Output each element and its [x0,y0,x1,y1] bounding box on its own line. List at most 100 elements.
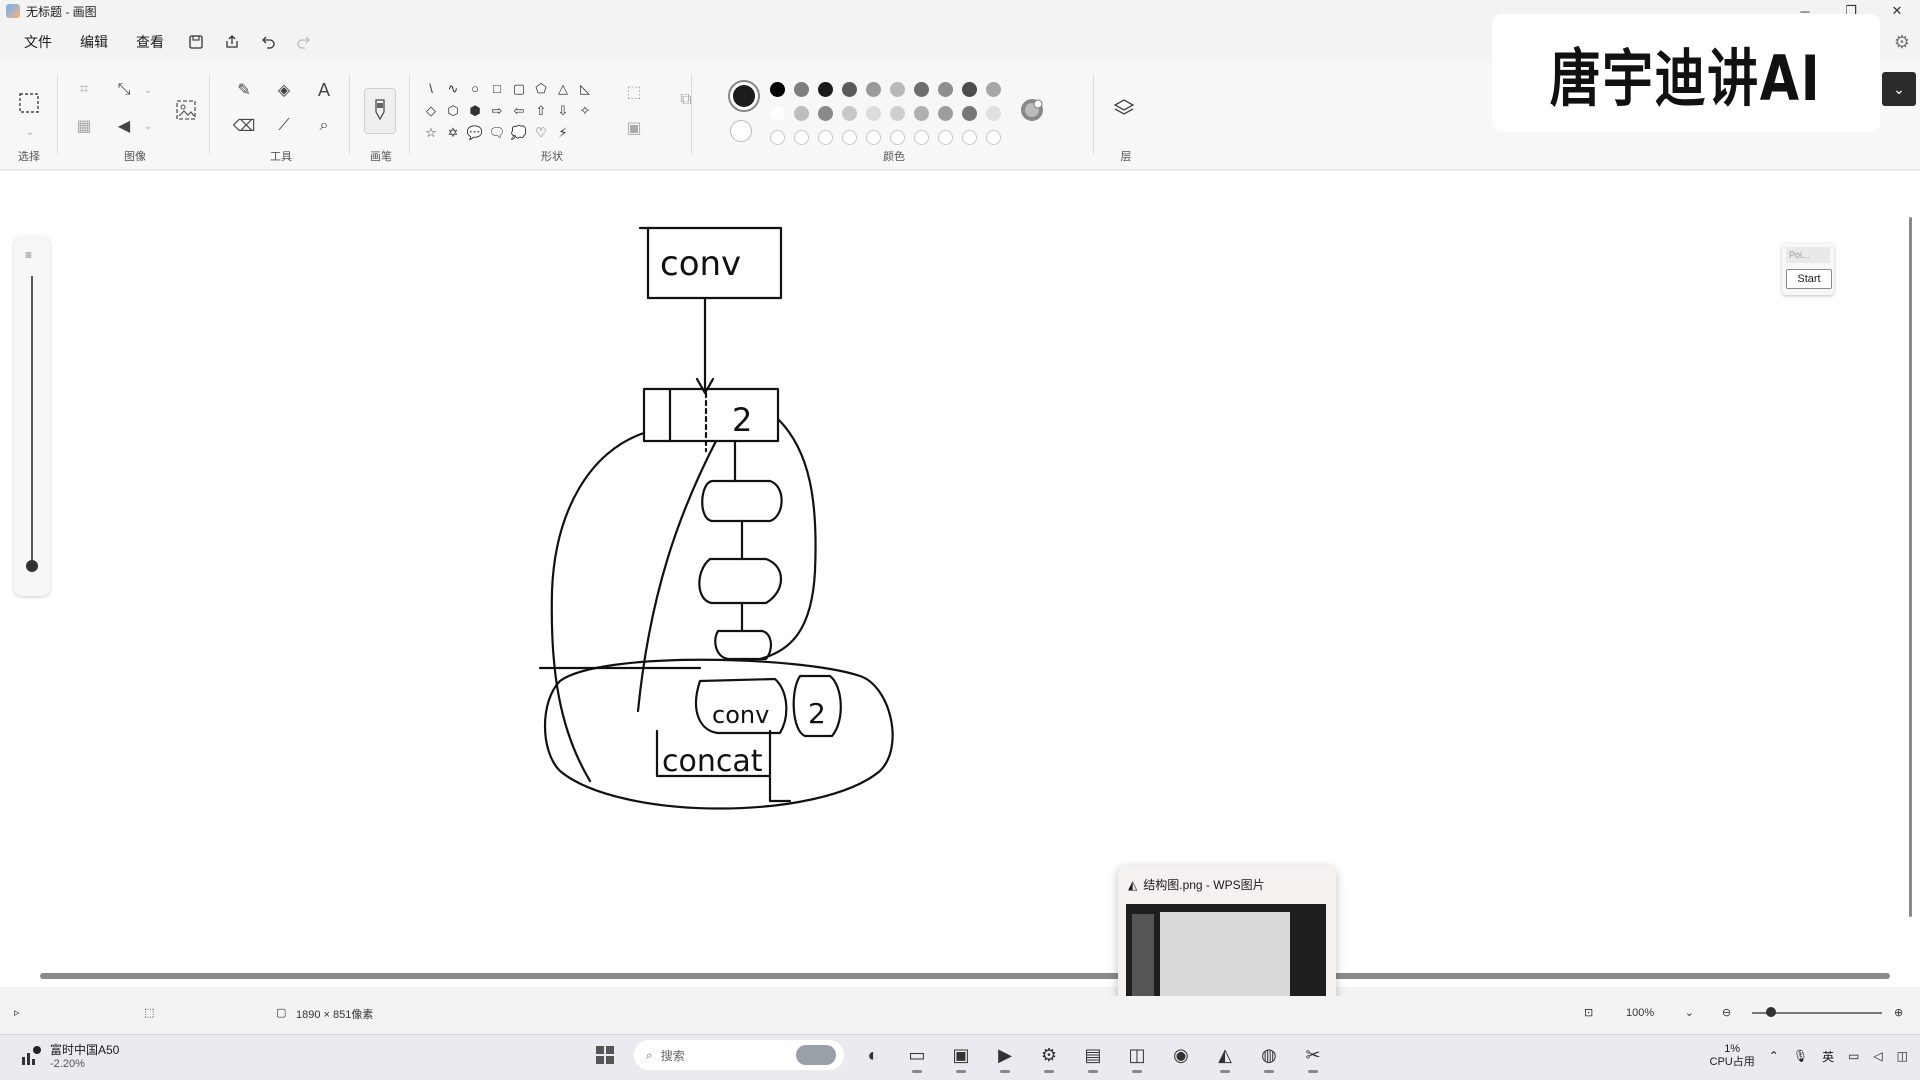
share-icon[interactable] [214,28,250,56]
size-slider-knob[interactable] [26,560,38,572]
shape-option[interactable]: 💬 [464,124,486,142]
close-button[interactable]: ✕ [1874,0,1920,22]
zoom-slider-knob[interactable] [1766,1007,1776,1017]
shape-option[interactable]: ⇩ [552,102,574,120]
shape-option[interactable]: 💭 [508,124,530,142]
microphone-icon[interactable]: 🎙 [1793,1049,1808,1063]
horizontal-scrollbar[interactable] [40,973,1890,979]
shape-option[interactable]: ◇ [420,102,442,120]
color-swatch[interactable] [962,82,977,97]
color-swatch[interactable] [914,106,929,121]
rotate-icon[interactable]: ◀ [112,114,136,138]
settings-gear-icon[interactable]: ⚙ [1894,32,1910,53]
fit-to-window-icon[interactable]: ⊡ [1584,1006,1593,1019]
chevron-down-icon[interactable]: ⌄ [136,78,160,102]
shape-option[interactable]: ⚡ [552,124,574,142]
shape-option[interactable]: ○ [464,80,486,98]
edit-colors-icon[interactable] [1018,96,1046,124]
terminal-icon[interactable]: ▶ [990,1040,1020,1073]
undo-icon[interactable] [250,28,286,56]
vertical-scroll-thumb[interactable] [1909,217,1912,917]
volume-icon[interactable]: ◁ [1873,1049,1882,1063]
wps-image-taskbar-icon[interactable]: ◭ [1210,1040,1240,1073]
shape-option[interactable]: ⇧ [530,102,552,120]
color-swatch[interactable] [818,130,833,145]
shape-option[interactable]: ♡ [530,124,552,142]
shape-option[interactable]: ✡ [442,124,464,142]
secondary-color-swatch[interactable] [730,120,752,142]
shape-option[interactable]: ⬢ [464,102,486,120]
maps-icon[interactable]: ◉ [1166,1040,1196,1070]
canvas-area[interactable]: conv 2 conv 2 concat Poi... Start [0,171,1920,987]
shape-option[interactable]: ⬠ [530,80,552,98]
shape-option[interactable]: ◺ [574,80,596,98]
chevron-down-icon[interactable]: ⌄ [136,114,160,138]
start-menu-icon[interactable] [590,1040,620,1070]
notification-icon[interactable]: ◫ [1897,1049,1908,1063]
color-swatch[interactable] [818,106,833,121]
chevron-down-icon[interactable]: ⌄ [18,120,42,144]
shape-option[interactable]: □ [486,80,508,98]
color-swatch[interactable] [890,130,905,145]
vertical-scrollbar[interactable] [1906,177,1916,977]
color-swatch[interactable] [818,82,833,97]
shape-option[interactable]: ✧ [574,102,596,120]
color-swatch[interactable] [866,82,881,97]
menu-view[interactable]: 查看 [122,26,178,58]
outline-icon[interactable]: ⬚ [622,80,646,104]
ime-language[interactable]: 英 [1822,1048,1834,1065]
remove-background-icon[interactable]: ▦ [72,114,96,138]
eraser-icon[interactable]: ⌫ [232,114,256,138]
start-button[interactable]: Start [1786,269,1832,289]
menu-edit[interactable]: 编辑 [66,26,122,58]
zoom-out-icon[interactable]: ⊖ [1722,1006,1731,1019]
primary-color-swatch[interactable] [733,85,755,107]
text-tool-icon[interactable]: A [312,78,336,102]
taskbar-thumbnail-popup[interactable]: ◭ 结构图.png - WPS图片 [1118,866,1336,1016]
color-swatch[interactable] [962,130,977,145]
snipping-tool-icon[interactable]: ✂ [1298,1040,1328,1073]
color-swatch[interactable] [890,82,905,97]
color-swatch[interactable] [890,106,905,121]
color-swatch[interactable] [794,130,809,145]
crop-icon[interactable]: ⌗ [72,78,96,102]
shape-option[interactable]: ☆ [420,124,442,142]
shape-option[interactable]: ∿ [442,80,464,98]
thumbnail-preview[interactable] [1126,904,1326,1008]
color-swatch[interactable] [986,106,1001,121]
color-swatch[interactable] [986,130,1001,145]
size-slider-track[interactable] [31,276,33,566]
fill-style-icon[interactable]: ▣ [622,116,646,140]
color-swatch[interactable] [914,82,929,97]
pencil-icon[interactable]: ✎ [232,78,256,102]
globe-icon[interactable]: ◍ [1254,1040,1284,1073]
edge-browser-icon[interactable]: ◐ [858,1040,888,1070]
app-icon-2[interactable]: ◫ [1122,1040,1152,1073]
image-select-icon[interactable] [172,96,200,124]
redo-icon[interactable] [286,28,322,56]
cpu-monitor[interactable]: 1% CPU占用 [1710,1043,1755,1069]
color-swatch[interactable] [842,82,857,97]
rect-select-icon[interactable] [16,90,42,116]
shape-option[interactable] [574,124,596,142]
color-swatch[interactable] [914,130,929,145]
shape-option[interactable]: 🗨 [486,124,508,142]
resize-icon[interactable]: ⤡ [112,78,136,102]
color-swatch[interactable] [770,106,785,121]
color-swatch[interactable] [794,82,809,97]
color-swatch[interactable] [794,106,809,121]
layers-icon[interactable] [1112,96,1136,120]
pycharm-icon[interactable]: ▣ [946,1040,976,1073]
color-swatch[interactable] [986,82,1001,97]
color-swatch[interactable] [866,130,881,145]
brush-icon[interactable] [364,88,396,134]
shape-option[interactable]: △ [552,80,574,98]
shape-option[interactable]: ⇦ [508,102,530,120]
color-swatch[interactable] [938,130,953,145]
file-explorer-icon[interactable]: ▭ [902,1040,932,1073]
color-swatch[interactable] [770,82,785,97]
chevron-up-icon[interactable]: ⌃ [1769,1049,1779,1063]
taskbar-search[interactable]: ⌕ 搜索 [634,1040,844,1070]
color-swatch[interactable] [842,106,857,121]
shape-option[interactable]: ⬡ [442,102,464,120]
